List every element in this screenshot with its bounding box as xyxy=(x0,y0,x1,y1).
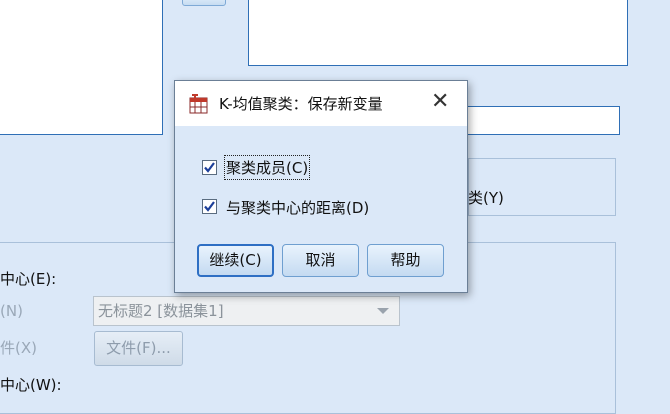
save-new-variables-dialog: K-均值聚类：保存新变量 ✕ 聚类成员(C) 与聚类中心的距离(D) 继续(C)… xyxy=(174,80,468,293)
move-arrow-button[interactable] xyxy=(182,0,226,6)
classify-only-label[interactable]: 类(Y) xyxy=(468,187,504,208)
distance-from-center-checkbox[interactable] xyxy=(202,199,217,214)
distance-from-center-label[interactable]: 与聚类中心的距离(D) xyxy=(226,197,369,218)
dataset-combo[interactable]: 无标题2 [数据集1] xyxy=(93,296,400,326)
help-button[interactable]: 帮助 xyxy=(367,244,444,277)
dialog-titlebar: K-均值聚类：保存新变量 ✕ xyxy=(175,81,467,126)
open-dataset-label: (N) xyxy=(0,302,23,320)
label-cases-field[interactable] xyxy=(466,106,620,135)
cluster-membership-label[interactable]: 聚类成员(C) xyxy=(223,155,311,180)
spss-app-icon xyxy=(189,94,209,114)
cluster-membership-checkbox[interactable] xyxy=(202,160,217,175)
checkmark-icon xyxy=(204,201,215,212)
variable-list-box[interactable] xyxy=(0,0,163,135)
external-file-label: 件(X) xyxy=(0,339,37,357)
write-centers-label: 中心(W): xyxy=(0,376,62,394)
dialog-title: K-均值聚类：保存新变量 xyxy=(219,95,383,113)
read-centers-label: 中心(E): xyxy=(0,270,57,288)
continue-button[interactable]: 继续(C) xyxy=(197,244,274,277)
close-icon[interactable]: ✕ xyxy=(431,89,449,115)
dataset-combo-value: 无标题2 [数据集1] xyxy=(98,302,224,320)
checkmark-icon xyxy=(204,162,215,173)
cancel-button[interactable]: 取消 xyxy=(282,244,359,277)
variables-target-box[interactable] xyxy=(248,0,628,66)
classify-only-text: 类(Y) xyxy=(468,189,504,207)
chevron-down-icon xyxy=(377,308,389,314)
file-button[interactable]: 文件(F)... xyxy=(94,331,183,366)
